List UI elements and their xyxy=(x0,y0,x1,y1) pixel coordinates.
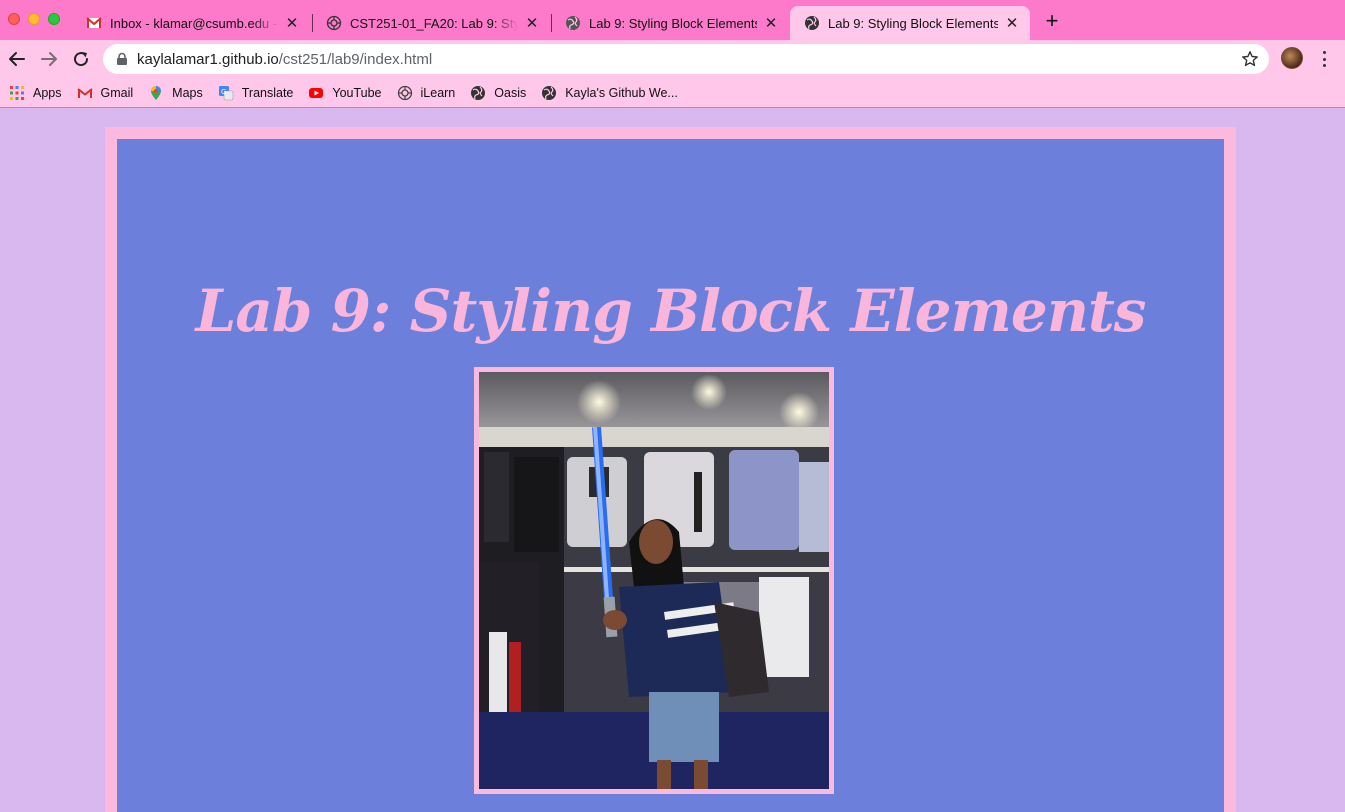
store-photo xyxy=(479,372,829,789)
reload-icon xyxy=(74,52,89,67)
tab-lab9-page-active[interactable]: Lab 9: Styling Block Elements ✕ xyxy=(790,6,1030,40)
bookmark-label: Translate xyxy=(241,85,294,100)
globe-icon xyxy=(566,16,580,30)
page-viewport[interactable]: Lab 9: Styling Block Elements xyxy=(0,109,1345,812)
tab-strip: Inbox - klamar@csumb.edu - G ✕ CST251-01… xyxy=(0,0,1345,40)
lock-icon[interactable] xyxy=(115,52,129,66)
address-bar[interactable]: kaylalamar1.github.io/cst251/lab9/index.… xyxy=(103,44,1269,74)
bookmark-oasis[interactable]: Oasis xyxy=(470,85,526,101)
svg-text:G: G xyxy=(221,88,226,96)
tab-title: CST251-01_FA20: Lab 9: Styling xyxy=(350,15,518,31)
globe-icon xyxy=(805,16,819,30)
tab-title: Lab 9: Styling Block Elements xyxy=(589,15,757,31)
tab-title: Lab 9: Styling Block Elements xyxy=(828,15,998,31)
bookmark-gmail[interactable]: Gmail xyxy=(76,85,134,101)
photo-illustration xyxy=(479,372,829,789)
forward-button[interactable] xyxy=(37,47,61,71)
back-button[interactable] xyxy=(5,47,29,71)
bookmarks-bar: Apps Gmail Maps G Translate YouTube iLea… xyxy=(0,78,1345,108)
tab-close-icon[interactable]: ✕ xyxy=(524,15,540,32)
bookmark-label: Gmail xyxy=(100,85,134,100)
tab-ilearn-lab9[interactable]: CST251-01_FA20: Lab 9: Styling ✕ xyxy=(312,6,550,40)
window-zoom-button[interactable] xyxy=(48,13,60,25)
bookmark-label: Kayla's Github We... xyxy=(565,85,678,100)
tab-close-icon[interactable]: ✕ xyxy=(284,15,300,32)
ilearn-icon xyxy=(326,15,342,31)
tab-gmail-inbox[interactable]: Inbox - klamar@csumb.edu - G ✕ xyxy=(72,6,310,40)
window-close-button[interactable] xyxy=(8,13,20,25)
bookmark-apps[interactable]: Apps xyxy=(9,85,62,101)
translate-icon: G xyxy=(218,85,234,100)
content-panel: Lab 9: Styling Block Elements xyxy=(117,139,1224,812)
browser-toolbar: kaylalamar1.github.io/cst251/lab9/index.… xyxy=(0,40,1345,78)
youtube-icon xyxy=(309,87,324,98)
bookmark-label: Oasis xyxy=(494,85,527,100)
bookmark-label: Maps xyxy=(172,85,203,100)
new-tab-button[interactable]: + xyxy=(1041,10,1063,33)
window-minimize-button[interactable] xyxy=(28,13,40,25)
gmail-icon xyxy=(86,17,102,28)
bookmark-youtube[interactable]: YouTube xyxy=(308,85,382,101)
reload-button[interactable] xyxy=(69,47,93,71)
bookmark-translate[interactable]: G Translate xyxy=(218,85,294,101)
arrow-left-icon xyxy=(9,52,25,66)
ilearn-icon xyxy=(397,85,412,100)
globe-icon xyxy=(542,85,557,100)
bookmark-label: Apps xyxy=(33,85,62,100)
tab-close-icon[interactable]: ✕ xyxy=(763,15,779,32)
url-path: /cst251/lab9/index.html xyxy=(278,50,433,68)
apps-grid-icon xyxy=(10,85,24,100)
bookmark-label: YouTube xyxy=(332,85,382,100)
browser-menu-button[interactable] xyxy=(1316,48,1332,70)
tab-lab9-page[interactable]: Lab 9: Styling Block Elements ✕ xyxy=(551,6,789,40)
url-host: kaylalamar1.github.io xyxy=(137,50,279,68)
bookmark-label: iLearn xyxy=(420,85,456,100)
tab-close-icon[interactable]: ✕ xyxy=(1004,15,1020,32)
url-text: kaylalamar1.github.io/cst251/lab9/index.… xyxy=(137,51,432,68)
bookmark-ilearn[interactable]: iLearn xyxy=(397,85,456,101)
maps-pin-icon xyxy=(151,85,162,100)
arrow-right-icon xyxy=(41,52,57,66)
photo-frame xyxy=(474,367,834,794)
page-heading: Lab 9: Styling Block Elements xyxy=(195,277,1147,345)
globe-icon xyxy=(471,85,486,100)
tab-title: Inbox - klamar@csumb.edu - G xyxy=(110,15,278,31)
bookmark-kayla-github[interactable]: Kayla's Github We... xyxy=(541,85,678,101)
bookmark-star-icon[interactable] xyxy=(1241,50,1259,68)
gmail-icon xyxy=(76,87,93,98)
bookmark-maps[interactable]: Maps xyxy=(148,85,203,101)
profile-avatar[interactable] xyxy=(1281,47,1303,69)
